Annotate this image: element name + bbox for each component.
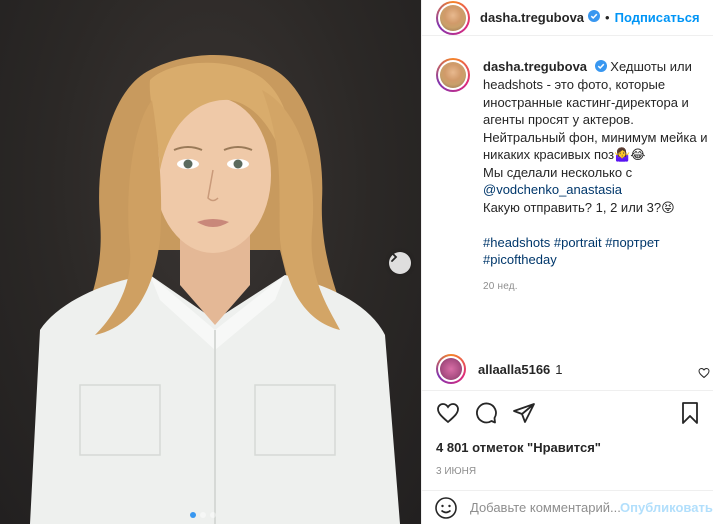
next-slide-button[interactable] bbox=[389, 252, 411, 274]
comment-icon bbox=[476, 402, 497, 424]
comment-text: 1 bbox=[555, 361, 563, 377]
carousel-dot bbox=[190, 512, 196, 518]
subscribe-button[interactable]: Подписаться bbox=[615, 10, 700, 25]
separator: • bbox=[605, 10, 610, 25]
comment-avatar[interactable] bbox=[436, 354, 466, 384]
post-header: dasha.tregubova • Подписаться bbox=[422, 0, 713, 36]
hashtag-link[interactable]: #portrait bbox=[554, 235, 602, 250]
post-date[interactable]: 3 ИЮНЯ bbox=[436, 466, 702, 477]
portrait-image bbox=[30, 54, 400, 524]
add-comment-bar: Опубликовать bbox=[422, 490, 713, 524]
comment-input[interactable] bbox=[470, 500, 620, 515]
comment-button[interactable] bbox=[474, 401, 498, 425]
publish-button[interactable]: Опубликовать bbox=[620, 500, 713, 515]
heart-icon bbox=[437, 403, 459, 424]
hashtag-link[interactable]: #picoftheday bbox=[483, 252, 557, 267]
caption-time[interactable]: 20 нед. bbox=[483, 281, 710, 292]
post-side-panel: dasha.tregubova • Подписаться dasha.treg… bbox=[421, 0, 713, 524]
carousel-dot bbox=[200, 512, 206, 518]
caption-line3: Какую отправить? 1, 2 или 3?😝 bbox=[483, 199, 675, 215]
comment-like-button[interactable] bbox=[698, 366, 710, 384]
bookmark-icon bbox=[682, 402, 698, 424]
caption: dasha.tregubova Хедшоты или headshots - … bbox=[436, 58, 710, 292]
emoji-button[interactable] bbox=[434, 496, 458, 520]
post-photo[interactable] bbox=[0, 0, 421, 524]
hashtag-link[interactable]: #портрет bbox=[605, 235, 659, 250]
emoji-icon bbox=[435, 496, 457, 519]
post-username[interactable]: dasha.tregubova bbox=[480, 10, 584, 25]
share-icon bbox=[513, 403, 535, 423]
verified-badge-icon bbox=[588, 9, 601, 27]
action-bar: 4 801 отметок "Нравится" 3 ИЮНЯ bbox=[422, 390, 713, 477]
avatar[interactable] bbox=[436, 0, 470, 35]
carousel-dot bbox=[210, 512, 216, 518]
like-button[interactable] bbox=[436, 401, 460, 425]
chevron-right-icon bbox=[391, 252, 398, 262]
carousel-dots bbox=[190, 512, 216, 518]
verified-badge-icon bbox=[594, 59, 607, 77]
caption-line2: Мы сделали несколько с bbox=[483, 164, 633, 180]
likes-count[interactable]: 4 801 отметок "Нравится" bbox=[436, 440, 702, 455]
share-button[interactable] bbox=[512, 401, 536, 425]
comment-username[interactable]: allaalla5166 bbox=[478, 362, 550, 377]
mention-link[interactable]: @vodchenko_anastasia bbox=[483, 182, 622, 197]
heart-icon bbox=[698, 367, 710, 379]
save-button[interactable] bbox=[678, 401, 702, 425]
comment-item: allaalla5166 1 bbox=[436, 354, 713, 384]
hashtag-link[interactable]: #headshots bbox=[483, 235, 550, 250]
caption-avatar[interactable] bbox=[436, 58, 470, 92]
caption-username[interactable]: dasha.tregubova bbox=[483, 59, 587, 74]
caption-text: dasha.tregubova Хедшоты или headshots - … bbox=[483, 58, 710, 269]
